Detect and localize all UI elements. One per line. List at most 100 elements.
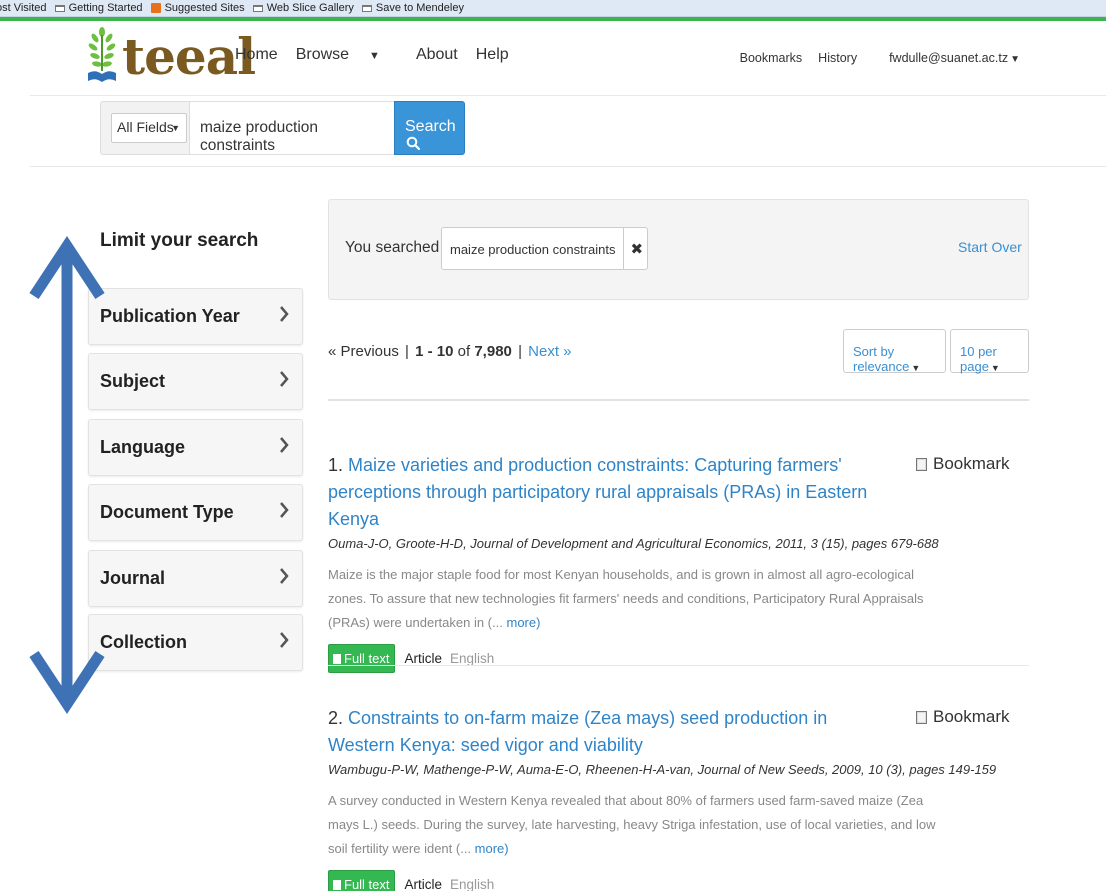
result-number: 1. — [328, 455, 344, 475]
site-logo[interactable]: teeal — [86, 27, 256, 85]
more-link[interactable]: more) — [506, 615, 540, 630]
full-text-label: Full text — [344, 651, 390, 666]
nav-about[interactable]: About — [416, 46, 458, 64]
file-icon — [333, 653, 341, 664]
facet-publication-year[interactable]: Publication Year — [88, 288, 303, 345]
bookmark-label: Getting Started — [68, 2, 143, 14]
divider — [328, 399, 1029, 401]
next-link[interactable]: Next » — [528, 343, 571, 360]
bookmark-label: Save to Mendeley — [375, 2, 464, 14]
full-text-button[interactable]: Full text — [328, 870, 395, 891]
result-title: 1. Maize varieties and production constr… — [328, 452, 898, 533]
search-button-label: Search — [405, 118, 456, 135]
caret-down-icon: ▼ — [990, 363, 1000, 373]
folder-icon — [361, 4, 372, 12]
sidebar-title: Limit your search — [100, 230, 259, 251]
search-field-select-value: All Fields — [117, 119, 174, 135]
nav-bookmarks[interactable]: Bookmarks — [740, 51, 803, 65]
full-text-button[interactable]: Full text — [328, 644, 395, 673]
facet-label: Collection — [100, 632, 188, 652]
bookmark-checkbox[interactable] — [916, 457, 927, 471]
divider — [30, 166, 1106, 167]
per-page-dropdown[interactable]: 10 per page ▼ — [950, 329, 1029, 374]
user-nav: Bookmarks History fwdulle@suanet.ac.tz ▼ — [724, 51, 1020, 65]
facet-subject[interactable]: Subject — [88, 353, 303, 410]
result-meta: Full text Article English — [328, 870, 1028, 891]
search-button[interactable]: Search — [394, 101, 465, 155]
divider — [328, 665, 1029, 666]
result-title-link[interactable]: Constraints to on-farm maize (Zea mays) … — [328, 708, 827, 755]
bookmark-toggle[interactable]: Bookmark — [916, 707, 1010, 727]
language-label: English — [450, 877, 495, 891]
pagination-range: 1 - 10 — [415, 343, 454, 360]
facet-language[interactable]: Language — [88, 419, 303, 476]
suggested-sites-icon — [150, 3, 161, 13]
chevron-right-icon — [280, 502, 289, 518]
chevron-down-icon: ▼ — [369, 50, 380, 62]
result-abstract: A survey conducted in Western Kenya reve… — [328, 789, 948, 861]
pagination-of: of — [457, 343, 471, 360]
result-title-link[interactable]: Maize varieties and production constrain… — [328, 455, 867, 529]
divider — [30, 95, 1106, 96]
header-accent-line — [0, 17, 1106, 21]
facet-label: Document Type — [100, 502, 234, 522]
facet-collection[interactable]: Collection — [88, 614, 303, 671]
folder-icon — [252, 4, 263, 12]
result-title: 2. Constraints to on-farm maize (Zea may… — [328, 705, 898, 759]
facet-label: Subject — [100, 371, 166, 391]
bookmark-suggested-sites[interactable]: Suggested Sites — [150, 2, 245, 14]
sort-dropdown[interactable]: Sort by relevance ▼ — [843, 329, 946, 374]
nav-browse-label: Browse — [295, 46, 350, 63]
result-abstract-text: Maize is the major staple food for most … — [328, 567, 924, 630]
document-type-label: Article — [404, 651, 443, 666]
bookmark-label: Web Slice Gallery — [266, 2, 354, 14]
chevron-down-icon: ▼ — [1010, 54, 1020, 65]
nav-history[interactable]: History — [818, 51, 857, 65]
user-email: fwdulle@suanet.ac.tz — [889, 51, 1009, 65]
user-menu[interactable]: fwdulle@suanet.ac.tz ▼ — [873, 51, 1020, 65]
search-result: 2. Constraints to on-farm maize (Zea may… — [328, 705, 1028, 891]
bookmark-label: ost Visited — [0, 2, 47, 14]
main-nav: Home Browse ▼ About Help — [235, 46, 527, 64]
facet-journal[interactable]: Journal — [88, 550, 303, 607]
constraint-chip-label[interactable]: maize production constraints — [442, 228, 625, 269]
start-over-link[interactable]: Start Over — [958, 239, 1022, 255]
bookmark-web-slice-gallery[interactable]: Web Slice Gallery — [252, 2, 354, 14]
facet-label: Journal — [100, 568, 166, 588]
facet-label: Publication Year — [100, 306, 240, 326]
result-citation: Wambugu-P-W, Mathenge-P-W, Auma-E-O, Rhe… — [328, 762, 997, 777]
search-input[interactable]: maize production constraints — [189, 101, 396, 155]
search-result: 1. Maize varieties and production constr… — [328, 452, 1028, 673]
bookmark-label: Bookmark — [933, 454, 1010, 473]
bookmark-getting-started[interactable]: Getting Started — [54, 2, 143, 14]
pagination: « Previous | 1 - 10 of 7,980 | Next » — [328, 343, 572, 360]
bookmark-most-visited[interactable]: ost Visited — [0, 2, 47, 14]
caret-down-icon: ▼ — [911, 363, 921, 373]
pagination-total: 7,980 — [474, 343, 512, 360]
folder-icon — [54, 4, 65, 12]
facet-document-type[interactable]: Document Type — [88, 484, 303, 541]
nav-home[interactable]: Home — [235, 46, 278, 64]
caret-down-icon: ▼ — [171, 123, 180, 133]
bookmark-save-to-mendeley[interactable]: Save to Mendeley — [361, 2, 464, 14]
language-label: English — [450, 651, 495, 666]
chevron-right-icon — [280, 568, 289, 584]
chevron-right-icon — [280, 632, 289, 648]
search-bar: All Fields ▼ maize production constraint… — [100, 101, 396, 155]
remove-constraint-icon[interactable]: ✖ — [624, 228, 647, 269]
bookmark-toggle[interactable]: Bookmark — [916, 454, 1010, 474]
search-field-select[interactable]: All Fields ▼ — [111, 113, 187, 143]
nav-help[interactable]: Help — [476, 46, 509, 64]
chevron-right-icon — [280, 371, 289, 387]
browser-bookmarks-bar: ost Visited Getting Started Suggested Si… — [0, 0, 1106, 17]
document-type-label: Article — [404, 877, 443, 891]
result-abstract-text: A survey conducted in Western Kenya reve… — [328, 793, 936, 856]
result-number: 2. — [328, 708, 344, 728]
search-constraints: You searched for: maize production const… — [328, 199, 1029, 300]
result-citation: Ouma-J-O, Groote-H-D, Journal of Develop… — [328, 536, 939, 551]
nav-browse[interactable]: Browse ▼ — [296, 46, 398, 64]
bookmark-checkbox[interactable] — [916, 710, 927, 724]
file-icon — [333, 879, 341, 890]
bookmark-label: Suggested Sites — [164, 2, 245, 14]
more-link[interactable]: more) — [475, 841, 509, 856]
